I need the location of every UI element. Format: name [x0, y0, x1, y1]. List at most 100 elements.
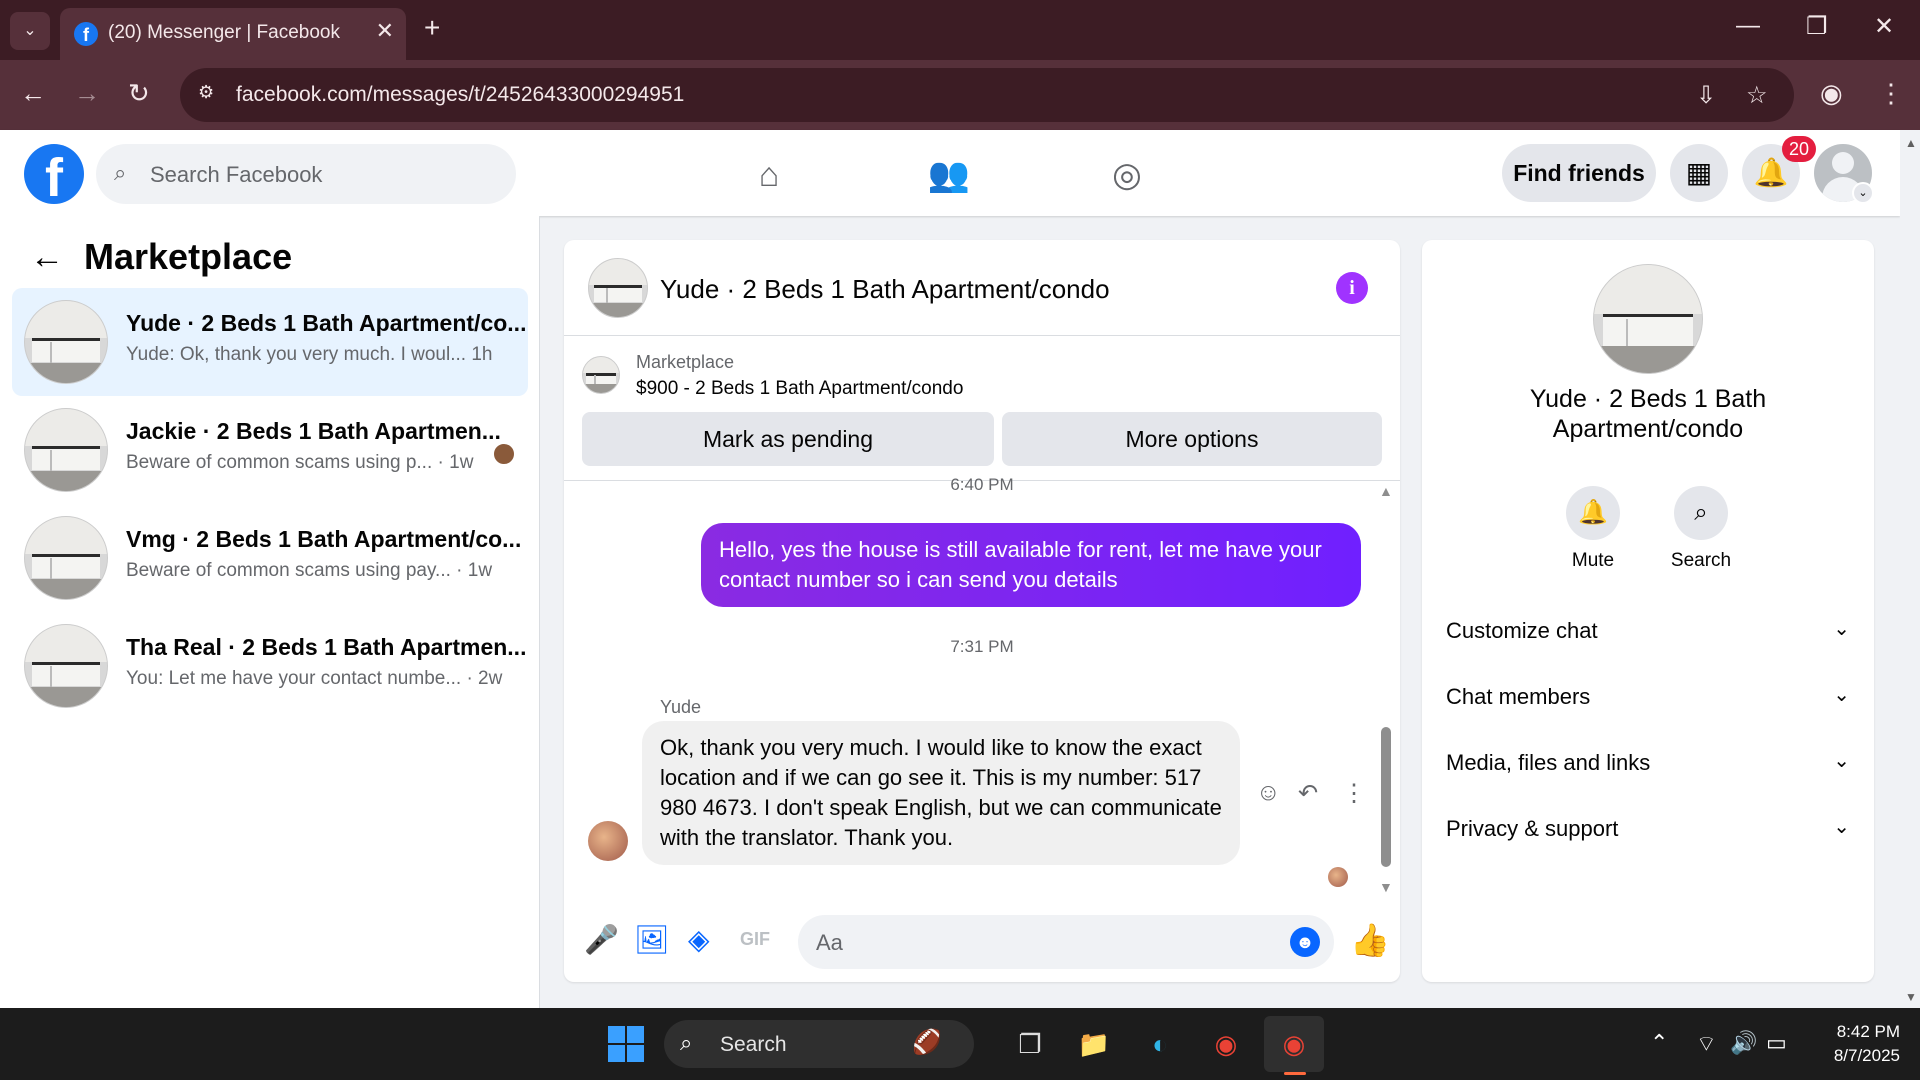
customize-chat-row[interactable]: Customize chat ⌄ — [1446, 612, 1850, 652]
section-label: Customize chat — [1446, 618, 1598, 643]
wifi-icon[interactable]: ⌔ — [1696, 1030, 1717, 1058]
timestamp: 6:40 PM — [950, 475, 1014, 494]
chrome-profile-icon[interactable]: ◉ — [1272, 1022, 1316, 1066]
conversation-item[interactable]: Vmg · 2 Beds 1 Bath Apartment/co... Bewa… — [12, 504, 528, 612]
chat-title[interactable]: Yude · 2 Beds 1 Bath Apartment/condo — [660, 274, 1110, 305]
incoming-message[interactable]: Ok, thank you very much. I would like to… — [642, 721, 1240, 865]
reply-icon[interactable]: ↶ — [1298, 779, 1318, 808]
outgoing-message[interactable]: Hello, yes the house is still available … — [701, 523, 1361, 607]
mute-label: Mute — [1571, 550, 1615, 571]
chevron-down-icon: ⌄ — [1833, 750, 1850, 772]
info-icon[interactable]: i — [1336, 272, 1368, 304]
sender-avatar[interactable] — [588, 821, 628, 861]
chevron-down-icon: ⌄ — [1833, 816, 1850, 838]
facebook-header: f ⌕ Search Facebook ⌂ 👥 ◎ Find friends ▦… — [0, 130, 1900, 216]
menu-grid-icon[interactable]: ▦ — [1670, 144, 1728, 202]
facebook-search-input[interactable]: ⌕ Search Facebook — [96, 144, 516, 204]
gif-icon[interactable]: GIF — [740, 929, 770, 950]
thumbs-up-icon[interactable]: 👍 — [1350, 921, 1390, 959]
football-icon: 🏈 — [912, 1029, 942, 1056]
battery-icon[interactable]: ▭ — [1766, 1030, 1787, 1056]
message-composer: 🎤 🖼 ◈ GIF Aa ☻ 👍 — [564, 901, 1400, 982]
forward-arrow-icon[interactable]: → — [74, 78, 100, 109]
photo-icon[interactable]: 🖼 — [634, 923, 670, 956]
conversation-item[interactable]: Yude · 2 Beds 1 Bath Apartment/co... Yud… — [12, 288, 528, 396]
message-input[interactable]: Aa ☻ — [798, 915, 1334, 969]
home-icon[interactable]: ⌂ — [744, 150, 794, 200]
emoji-icon[interactable]: ☻ — [1290, 927, 1320, 957]
tab-search-button[interactable]: ⌄ — [10, 12, 50, 50]
scroll-up-icon[interactable]: ▲ — [1905, 136, 1917, 150]
listing-price[interactable]: $900 - 2 Beds 1 Bath Apartment/condo — [636, 378, 963, 400]
facebook-favicon-icon: f — [74, 22, 98, 46]
new-tab-button[interactable]: + — [424, 12, 440, 44]
back-arrow-icon[interactable]: ← — [30, 238, 64, 277]
chrome-icon[interactable]: ◉ — [1204, 1022, 1248, 1066]
scroll-down-icon[interactable]: ▼ — [1905, 990, 1917, 1004]
volume-icon[interactable]: 🔊 — [1730, 1030, 1757, 1056]
microphone-icon[interactable]: 🎤 — [584, 923, 619, 956]
taskbar-search[interactable]: ⌕ Search 🏈 — [664, 1020, 974, 1068]
listing-thumbnail[interactable] — [582, 356, 620, 394]
back-arrow-icon[interactable]: ← — [20, 78, 46, 109]
conversation-item[interactable]: Jackie · 2 Beds 1 Bath Apartmen... Bewar… — [12, 396, 528, 504]
chevron-up-icon[interactable]: ⌃ — [1650, 1030, 1668, 1056]
friends-icon[interactable]: 👥 — [924, 150, 974, 200]
clock-date: 8/7/2025 — [1833, 1046, 1900, 1065]
mute-button[interactable]: 🔔 Mute — [1553, 486, 1633, 572]
site-settings-icon[interactable]: ⚙ — [198, 82, 222, 106]
chat-info-panel: Yude · 2 Beds 1 Bath Apartment/condo 🔔 M… — [1422, 240, 1874, 982]
conversation-item[interactable]: Tha Real · 2 Beds 1 Bath Apartmen... You… — [12, 612, 528, 720]
listing-thumbnail — [24, 300, 108, 384]
scroll-up-icon[interactable]: ▲ — [1379, 483, 1393, 499]
reload-icon[interactable]: ↻ — [128, 78, 150, 109]
browser-menu-icon[interactable]: ⋮ — [1878, 78, 1904, 109]
sticker-icon[interactable]: ◈ — [688, 923, 710, 956]
listing-thumbnail[interactable] — [1593, 264, 1703, 374]
section-label: Media, files and links — [1446, 750, 1651, 775]
groups-icon[interactable]: ◎ — [1102, 150, 1152, 200]
chat-thumbnail[interactable] — [588, 258, 648, 318]
install-app-icon[interactable]: ⇩ — [1696, 81, 1716, 110]
scrollbar-thumb[interactable] — [1381, 727, 1391, 867]
privacy-support-row[interactable]: Privacy & support ⌄ — [1446, 810, 1850, 850]
more-icon[interactable]: ⋮ — [1342, 779, 1366, 808]
listing-thumbnail — [24, 624, 108, 708]
chat-members-row[interactable]: Chat members ⌄ — [1446, 678, 1850, 718]
media-files-links-row[interactable]: Media, files and links ⌄ — [1446, 744, 1850, 784]
close-tab-icon[interactable]: ✕ — [376, 18, 394, 44]
scroll-down-icon[interactable]: ▼ — [1379, 879, 1393, 895]
clock-time: 8:42 PM — [1836, 1022, 1900, 1041]
section-label: Chat members — [1446, 684, 1591, 709]
chevron-down-icon[interactable]: ⌄ — [1852, 182, 1874, 204]
message-list: 6:40 PM Hello, yes the house is still av… — [564, 475, 1400, 901]
react-emoji-icon[interactable]: ☺ — [1256, 779, 1281, 807]
search-label: Search — [1670, 550, 1732, 571]
restore-icon[interactable]: ❐ — [1806, 12, 1828, 41]
bookmark-star-icon[interactable]: ☆ — [1746, 81, 1768, 110]
conversation-name: Jackie · 2 Beds 1 Bath Apartmen... — [126, 418, 501, 444]
taskbar-clock[interactable]: 8:42 PM 8/7/2025 — [1800, 1020, 1900, 1068]
message-scrollbar[interactable]: ▲ ▼ — [1379, 481, 1393, 901]
windows-start-icon[interactable] — [608, 1026, 644, 1062]
sender-name: Yude — [660, 697, 702, 717]
find-friends-button[interactable]: Find friends — [1502, 144, 1656, 202]
browser-tab[interactable]: f (20) Messenger | Facebook ✕ — [60, 8, 406, 60]
edge-icon[interactable]: ◐ — [1138, 1022, 1182, 1066]
address-bar[interactable]: ⚙ facebook.com/messages/t/24526433000294… — [180, 68, 1794, 122]
more-options-button[interactable]: More options — [1002, 412, 1382, 466]
search-conversation-button[interactable]: ⌕ Search — [1661, 486, 1741, 572]
page-scrollbar[interactable]: ▲ ▼ — [1900, 130, 1920, 1008]
profile-icon[interactable]: ◉ — [1820, 78, 1843, 109]
info-title: Yude · 2 Beds 1 Bath Apartment/condo — [1529, 385, 1767, 443]
search-icon: ⌕ — [680, 1030, 693, 1055]
facebook-logo-icon[interactable]: f — [24, 144, 84, 208]
url-text[interactable]: facebook.com/messages/t/2452643300029495… — [236, 83, 684, 107]
minimize-icon[interactable]: — — [1736, 12, 1760, 40]
task-view-icon[interactable]: ❐ — [1008, 1022, 1052, 1066]
browser-tab-bar: ⌄ f (20) Messenger | Facebook ✕ + — ❐ ✕ — [0, 0, 1920, 60]
search-placeholder: Search Facebook — [150, 162, 323, 187]
mark-as-pending-button[interactable]: Mark as pending — [582, 412, 994, 466]
file-explorer-icon[interactable]: 📁 — [1072, 1022, 1116, 1066]
window-close-icon[interactable]: ✕ — [1874, 12, 1894, 41]
